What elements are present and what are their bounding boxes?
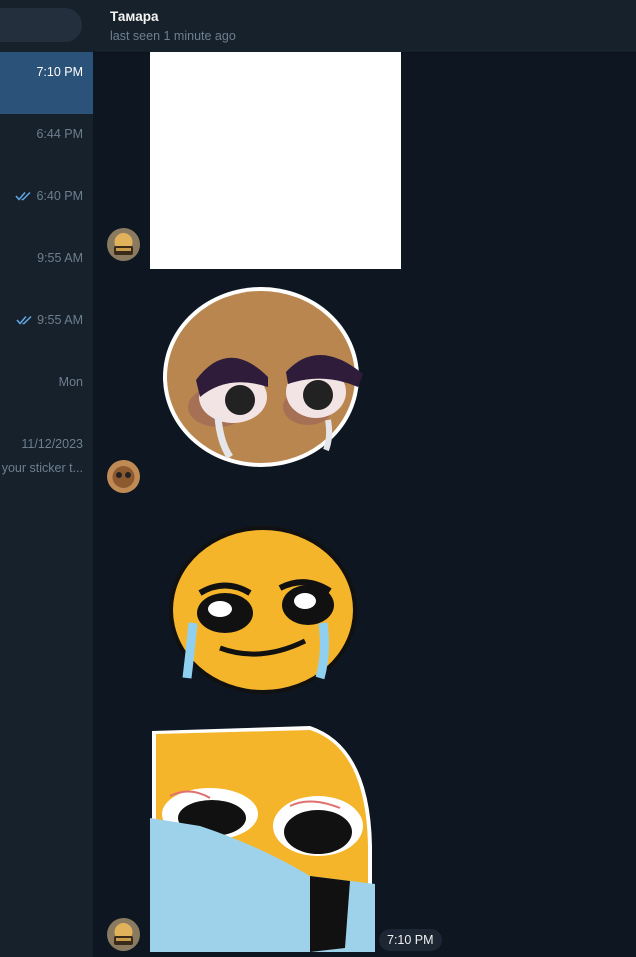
chat-list-item[interactable]: 11/12/2023 your sticker t...	[0, 424, 93, 486]
message-time: 7:10 PM	[379, 929, 442, 951]
sticker[interactable]	[165, 523, 361, 698]
chat-time: 11/12/2023	[21, 437, 83, 451]
sticker[interactable]	[150, 52, 401, 269]
chat-list-item[interactable]: Mon	[0, 362, 93, 424]
chat-list-item[interactable]: 6:40 PM	[0, 176, 93, 238]
chat-preview: your sticker t...	[1, 461, 83, 475]
chat-list-sidebar: 7:10 PM 6:44 PM 6:40 PM 9:55 AM 9:55 AM …	[0, 0, 93, 957]
chat-time: 9:55 AM	[16, 313, 83, 327]
avatar[interactable]	[107, 228, 140, 261]
search-input[interactable]	[0, 8, 82, 42]
chat-time: 6:40 PM	[15, 189, 83, 203]
chat-time: 6:44 PM	[36, 127, 83, 141]
last-seen-status: last seen 1 minute ago	[110, 29, 236, 43]
avatar[interactable]	[107, 918, 140, 951]
avatar[interactable]	[107, 460, 140, 493]
chat-list-item[interactable]: 6:44 PM	[0, 114, 93, 176]
chat-list-item[interactable]: 9:55 AM	[0, 238, 93, 300]
sticker[interactable]	[150, 726, 375, 952]
double-check-icon	[16, 315, 32, 325]
sticker[interactable]	[158, 282, 368, 477]
contact-name[interactable]: Тамара	[110, 9, 159, 24]
chat-list-item[interactable]: 9:55 AM	[0, 300, 93, 362]
double-check-icon	[15, 191, 31, 201]
chat-time: 7:10 PM	[36, 65, 83, 79]
chat-time: Mon	[58, 375, 83, 389]
chat-header[interactable]: Тамара last seen 1 minute ago	[93, 0, 636, 53]
chat-list-item[interactable]: 7:10 PM	[0, 52, 93, 114]
chat-time: 9:55 AM	[37, 251, 83, 265]
